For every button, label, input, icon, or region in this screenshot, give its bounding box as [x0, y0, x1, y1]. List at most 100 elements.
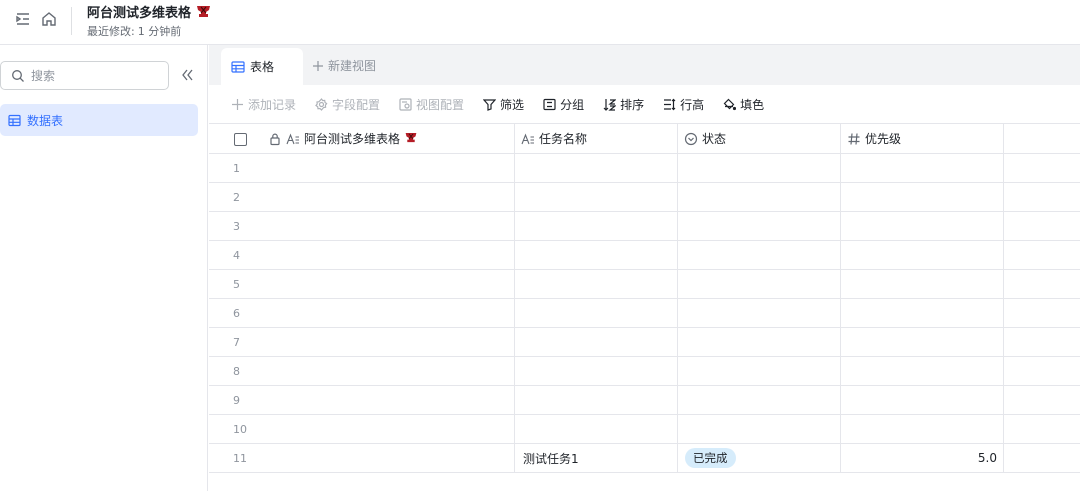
table-row[interactable]: 3 [209, 212, 1080, 241]
grid-view-icon [231, 60, 245, 74]
priority-value: 5.0 [977, 451, 997, 465]
cell-task-name[interactable] [515, 241, 678, 269]
plus-icon [312, 60, 324, 72]
table-row[interactable]: 10 [209, 415, 1080, 444]
select-all-checkbox[interactable] [234, 133, 247, 146]
add-record-button[interactable]: 添加记录 [231, 96, 296, 113]
column-header-task-name[interactable]: 任务名称 [515, 124, 678, 153]
cell-task-name[interactable] [515, 154, 678, 182]
table-row[interactable]: 5 [209, 270, 1080, 299]
group-icon [543, 98, 556, 111]
cell-task-name[interactable] [515, 328, 678, 356]
cell-task-name[interactable]: 测试任务1 [515, 444, 678, 472]
toggle-sidebar-icon[interactable] [14, 10, 32, 28]
cell-status[interactable] [678, 212, 841, 240]
cell-priority[interactable] [841, 154, 1004, 182]
field-config-button[interactable]: 字段配置 [315, 96, 380, 113]
row-number: 6 [233, 306, 240, 320]
cell-status[interactable] [678, 299, 841, 327]
cell-status[interactable] [678, 386, 841, 414]
tab-grid-view[interactable]: 表格 [221, 48, 303, 85]
column-header-primary[interactable]: 阿台测试多维表格 [209, 124, 515, 153]
cell-priority[interactable] [841, 241, 1004, 269]
sort-button[interactable]: 排序 [603, 96, 644, 113]
cell-priority[interactable] [841, 328, 1004, 356]
search-icon [11, 69, 25, 83]
header-row: 阿台测试多维表格 任务名称 状态 优先级 [209, 123, 1080, 154]
paint-bucket-icon [723, 98, 737, 111]
cell-status[interactable] [678, 154, 841, 182]
cell-task-name[interactable] [515, 270, 678, 298]
cell-primary[interactable]: 3 [209, 212, 515, 240]
search-box[interactable] [0, 61, 169, 90]
cell-priority[interactable] [841, 270, 1004, 298]
row-number: 7 [233, 335, 240, 349]
table-row[interactable]: 1 [209, 154, 1080, 183]
cell-primary[interactable]: 1 [209, 154, 515, 182]
table-row[interactable]: 8 [209, 357, 1080, 386]
filter-icon [483, 98, 497, 111]
home-icon[interactable] [40, 10, 58, 28]
cell-primary[interactable]: 8 [209, 357, 515, 385]
cell-status[interactable] [678, 183, 841, 211]
lock-icon [268, 132, 282, 146]
cell-task-name[interactable] [515, 299, 678, 327]
cell-status[interactable] [678, 415, 841, 443]
cell-task-name[interactable] [515, 212, 678, 240]
row-number: 1 [233, 161, 240, 175]
cell-priority[interactable] [841, 357, 1004, 385]
collapse-sidebar-icon[interactable] [178, 66, 196, 84]
column-header-priority[interactable]: 优先级 [841, 124, 1004, 153]
table-row[interactable]: 4 [209, 241, 1080, 270]
cell-status[interactable] [678, 328, 841, 356]
cell-priority[interactable] [841, 212, 1004, 240]
cell-primary[interactable]: 6 [209, 299, 515, 327]
cell-status[interactable] [678, 241, 841, 269]
data-grid: 阿台测试多维表格 任务名称 状态 优先级 1 2 3 4 5 6 7 8 9 1… [209, 123, 1080, 473]
cell-status[interactable]: 已完成 [678, 444, 841, 472]
cell-task-name[interactable] [515, 183, 678, 211]
cell-status[interactable] [678, 270, 841, 298]
task-name-value: 测试任务1 [523, 451, 579, 466]
sidebar-item-data-table[interactable]: 数据表 [0, 104, 198, 136]
gear-icon [315, 97, 328, 111]
view-config-icon [399, 97, 412, 111]
cell-primary[interactable]: 7 [209, 328, 515, 356]
cell-task-name[interactable] [515, 357, 678, 385]
cell-status[interactable] [678, 357, 841, 385]
table-row[interactable]: 9 [209, 386, 1080, 415]
filter-button[interactable]: 筛选 [483, 96, 524, 113]
cell-task-name[interactable] [515, 386, 678, 414]
cell-primary[interactable]: 4 [209, 241, 515, 269]
text-field-icon [286, 132, 300, 146]
cell-primary[interactable]: 11 [209, 444, 515, 472]
column-header-status[interactable]: 状态 [678, 124, 841, 153]
view-config-button[interactable]: 视图配置 [399, 96, 464, 113]
cell-priority[interactable] [841, 415, 1004, 443]
table-row[interactable]: 7 [209, 328, 1080, 357]
search-input[interactable] [31, 68, 151, 83]
table-row[interactable]: 2 [209, 183, 1080, 212]
new-view-button[interactable]: 新建视图 [312, 57, 376, 74]
red-trophy-emoji-icon [195, 4, 212, 20]
cell-priority[interactable] [841, 299, 1004, 327]
cell-task-name[interactable] [515, 415, 678, 443]
cell-priority[interactable]: 5.0 [841, 444, 1004, 472]
cell-primary[interactable]: 2 [209, 183, 515, 211]
row-number: 3 [233, 219, 240, 233]
cell-priority[interactable] [841, 386, 1004, 414]
cell-priority[interactable] [841, 183, 1004, 211]
cell-primary[interactable]: 9 [209, 386, 515, 414]
fill-color-button[interactable]: 填色 [723, 96, 764, 113]
sort-icon [603, 98, 617, 111]
cell-primary[interactable]: 5 [209, 270, 515, 298]
sidebar: 数据表 [0, 45, 208, 491]
cell-primary[interactable]: 10 [209, 415, 515, 443]
table-row[interactable]: 11 测试任务1 已完成 5.0 [209, 444, 1080, 473]
plus-icon [231, 98, 244, 111]
group-button[interactable]: 分组 [543, 96, 584, 113]
row-height-button[interactable]: 行高 [663, 96, 704, 113]
document-title[interactable]: 阿台测试多维表格 [87, 2, 212, 21]
table-row[interactable]: 6 [209, 299, 1080, 328]
view-tab-bar: 表格 新建视图 [209, 45, 1080, 85]
